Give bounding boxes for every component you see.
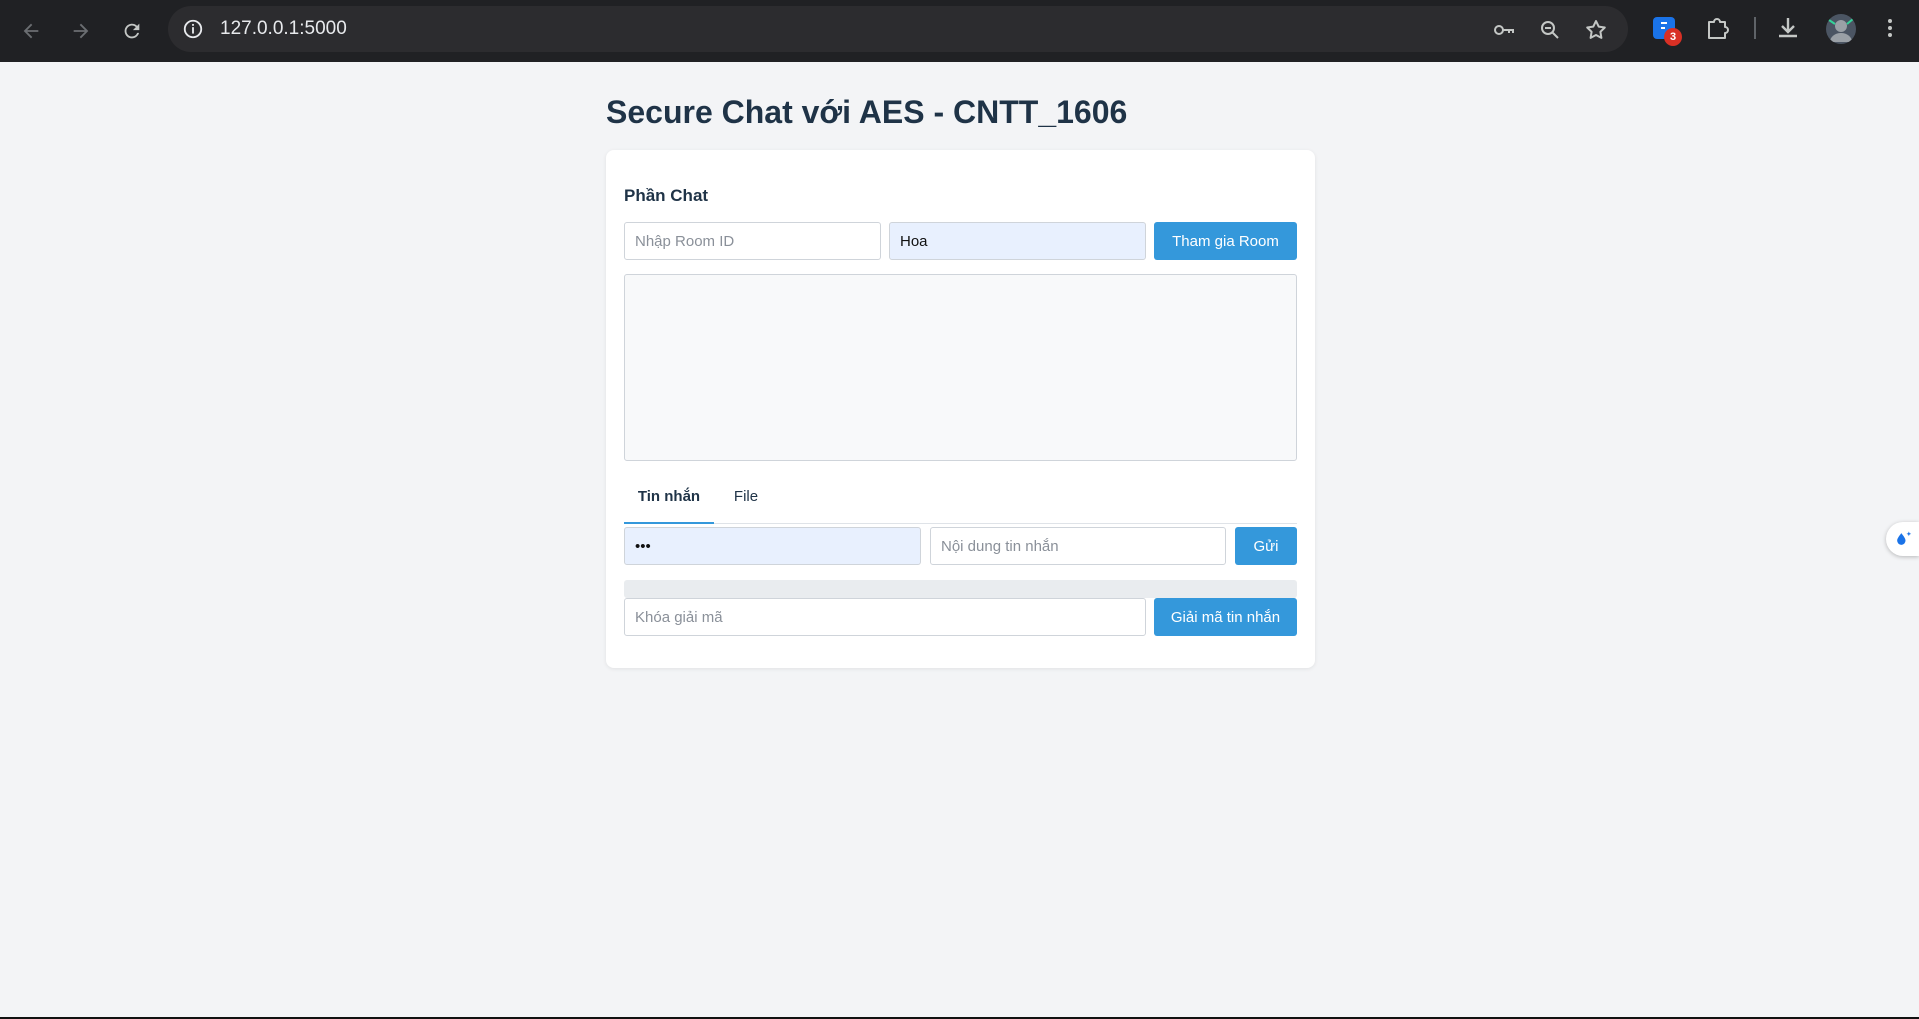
reload-icon [124,23,140,39]
section-title: Phần Chat [624,186,709,205]
progress-bar [624,580,1297,598]
encryption-key-input[interactable] [624,527,921,565]
decrypt-button[interactable]: Giải mã tin nhắn [1154,598,1297,636]
page-title: Secure Chat với AES - CNTT_1606 [606,94,1128,130]
chat-messages-box[interactable] [624,274,1297,461]
join-room-button[interactable]: Tham gia Room [1154,222,1297,260]
extension-badge: 3 [1664,28,1682,46]
browser-toolbar: 127.0.0.1:5000 3 [0,0,1919,62]
username-input[interactable] [889,222,1146,260]
toolbar-separator [1754,17,1756,39]
arrow-right-icon [73,23,89,39]
room-id-input[interactable] [624,222,881,260]
decrypt-key-input[interactable] [624,598,1146,636]
zoom-out-icon[interactable] [1538,18,1562,42]
arrow-left-icon [23,23,39,39]
puzzle-icon[interactable] [1703,14,1731,42]
chat-card: Phần Chat Tham gia Room Tin nhắn File Gử… [606,150,1315,668]
reload-button[interactable] [113,12,151,50]
star-icon[interactable] [1584,18,1608,42]
profile-icon [1828,18,1854,42]
avatar[interactable] [1826,14,1856,44]
url-text[interactable]: 127.0.0.1:5000 [220,6,347,52]
send-button[interactable]: Gửi [1235,527,1297,565]
download-icon[interactable] [1774,14,1802,42]
tab-messages[interactable]: Tin nhắn [624,480,714,524]
key-icon[interactable] [1492,18,1516,42]
tab-file[interactable]: File [722,480,770,522]
forward-button[interactable] [62,12,100,50]
info-icon[interactable] [182,18,204,40]
kebab-menu-icon[interactable] [1876,14,1904,42]
back-button[interactable] [12,12,50,50]
tab-bar: Tin nhắn File [624,480,1297,524]
message-content-input[interactable] [930,527,1226,565]
address-bar[interactable]: 127.0.0.1:5000 [168,6,1628,52]
sparkle-drop-icon [1896,531,1911,545]
floating-assistant-button[interactable] [1886,522,1919,556]
